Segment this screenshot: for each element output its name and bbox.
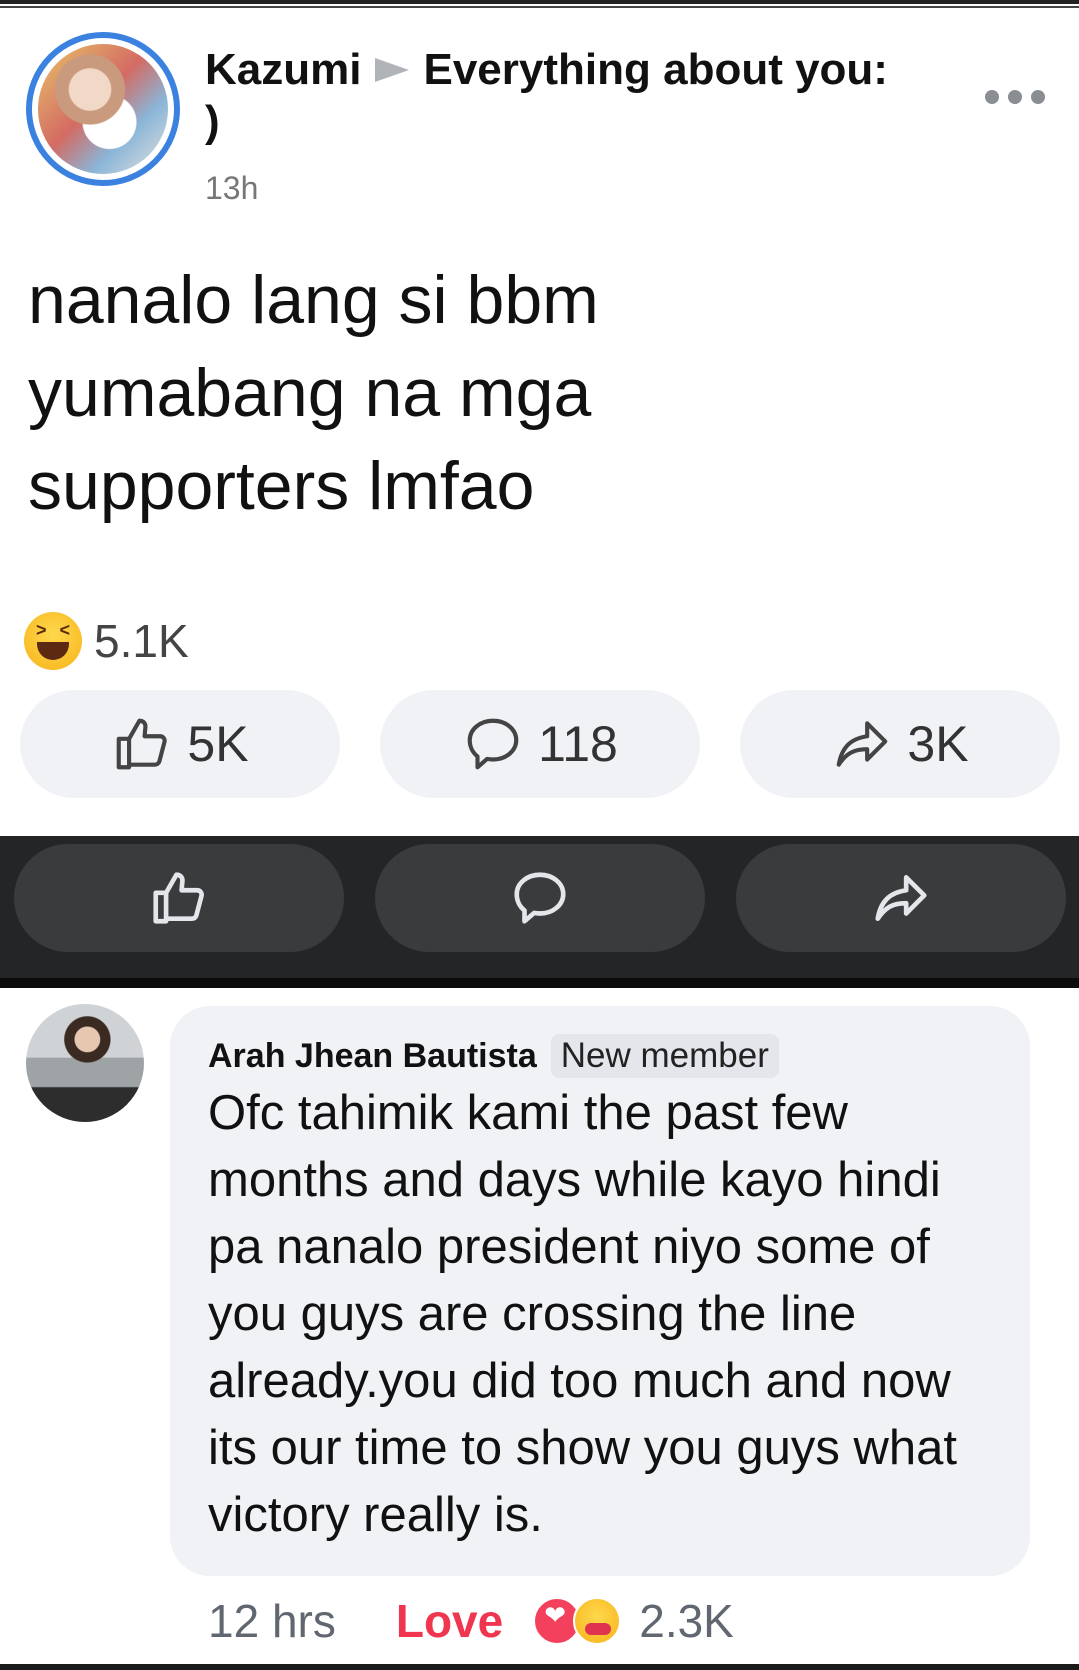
thumbs-up-icon bbox=[153, 872, 204, 924]
comment-text-line: its our time to show you guys what bbox=[208, 1421, 957, 1475]
like-count: 5K bbox=[187, 716, 249, 772]
dot bbox=[1008, 90, 1022, 104]
bottom-border bbox=[0, 1664, 1079, 1670]
comment-author-name[interactable]: Arah Jhean Bautista bbox=[208, 1037, 537, 1076]
comment-header: Arah Jhean Bautista New member bbox=[208, 1034, 779, 1078]
comment-text-line: you guys are crossing the line bbox=[208, 1287, 857, 1341]
post-body: nanalo lang si bbm yumabang na mga suppo… bbox=[28, 254, 828, 533]
post-header: Kazumi Everything about you: ) bbox=[205, 44, 965, 148]
comment-icon bbox=[514, 872, 566, 924]
thumbs-up-icon bbox=[117, 718, 168, 770]
comment-text-line: pa nanalo president niyo some of bbox=[208, 1220, 930, 1274]
share-icon bbox=[875, 875, 927, 921]
share-count: 3K bbox=[907, 716, 969, 772]
top-border bbox=[0, 0, 1079, 8]
dot bbox=[1031, 90, 1045, 104]
group-name[interactable]: Everything about you: bbox=[423, 45, 887, 94]
comment-count: 118 bbox=[538, 716, 618, 772]
comment-button[interactable] bbox=[375, 844, 705, 952]
triangle-arrow-icon bbox=[375, 58, 410, 83]
comment-footer: 12 hrs Love 2.3K bbox=[208, 1594, 734, 1648]
comment-author-avatar[interactable] bbox=[26, 1004, 144, 1122]
reaction-summary[interactable]: 5.1K bbox=[24, 612, 189, 670]
share-icon bbox=[837, 721, 888, 767]
post-text-line: yumabang na mga bbox=[28, 355, 592, 431]
post-text-line: supporters lmfao bbox=[28, 448, 535, 524]
comment-icon bbox=[467, 718, 519, 770]
more-options-icon[interactable] bbox=[985, 86, 1045, 108]
post-author-name[interactable]: Kazumi bbox=[205, 45, 361, 94]
comment-timestamp[interactable]: 12 hrs bbox=[208, 1594, 336, 1648]
like-count-button[interactable]: 5K bbox=[20, 690, 340, 798]
haha-icon bbox=[24, 612, 82, 670]
post-author-avatar[interactable] bbox=[26, 32, 180, 186]
share-count-button[interactable]: 3K bbox=[740, 690, 1060, 798]
comment-text: Ofc tahimik kami the past few months and… bbox=[208, 1080, 1008, 1549]
comment-count-button[interactable]: 118 bbox=[380, 690, 700, 798]
comment-reaction-count[interactable]: 2.3K bbox=[639, 1594, 734, 1648]
comment-text-line: victory really is. bbox=[208, 1488, 543, 1542]
love-reaction-button[interactable]: Love bbox=[396, 1594, 503, 1648]
post-text-line: nanalo lang si bbm bbox=[28, 262, 599, 338]
comment-text-line: months and days while kayo hindi bbox=[208, 1153, 941, 1207]
reaction-count: 5.1K bbox=[94, 615, 189, 667]
dot bbox=[985, 90, 999, 104]
like-button[interactable] bbox=[14, 844, 344, 952]
avatar-image bbox=[38, 44, 168, 174]
comment-text-line: Ofc tahimik kami the past few bbox=[208, 1086, 848, 1140]
engagement-counts: 5K 118 3K bbox=[20, 690, 1060, 798]
share-button[interactable] bbox=[736, 844, 1066, 952]
member-badge: New member bbox=[550, 1034, 779, 1078]
action-bar bbox=[0, 836, 1079, 988]
care-icon bbox=[573, 1597, 622, 1645]
group-name-suffix: ) bbox=[205, 97, 220, 146]
post-timestamp[interactable]: 13h bbox=[205, 170, 258, 207]
comment-text-line: already.you did too much and now bbox=[208, 1354, 951, 1408]
